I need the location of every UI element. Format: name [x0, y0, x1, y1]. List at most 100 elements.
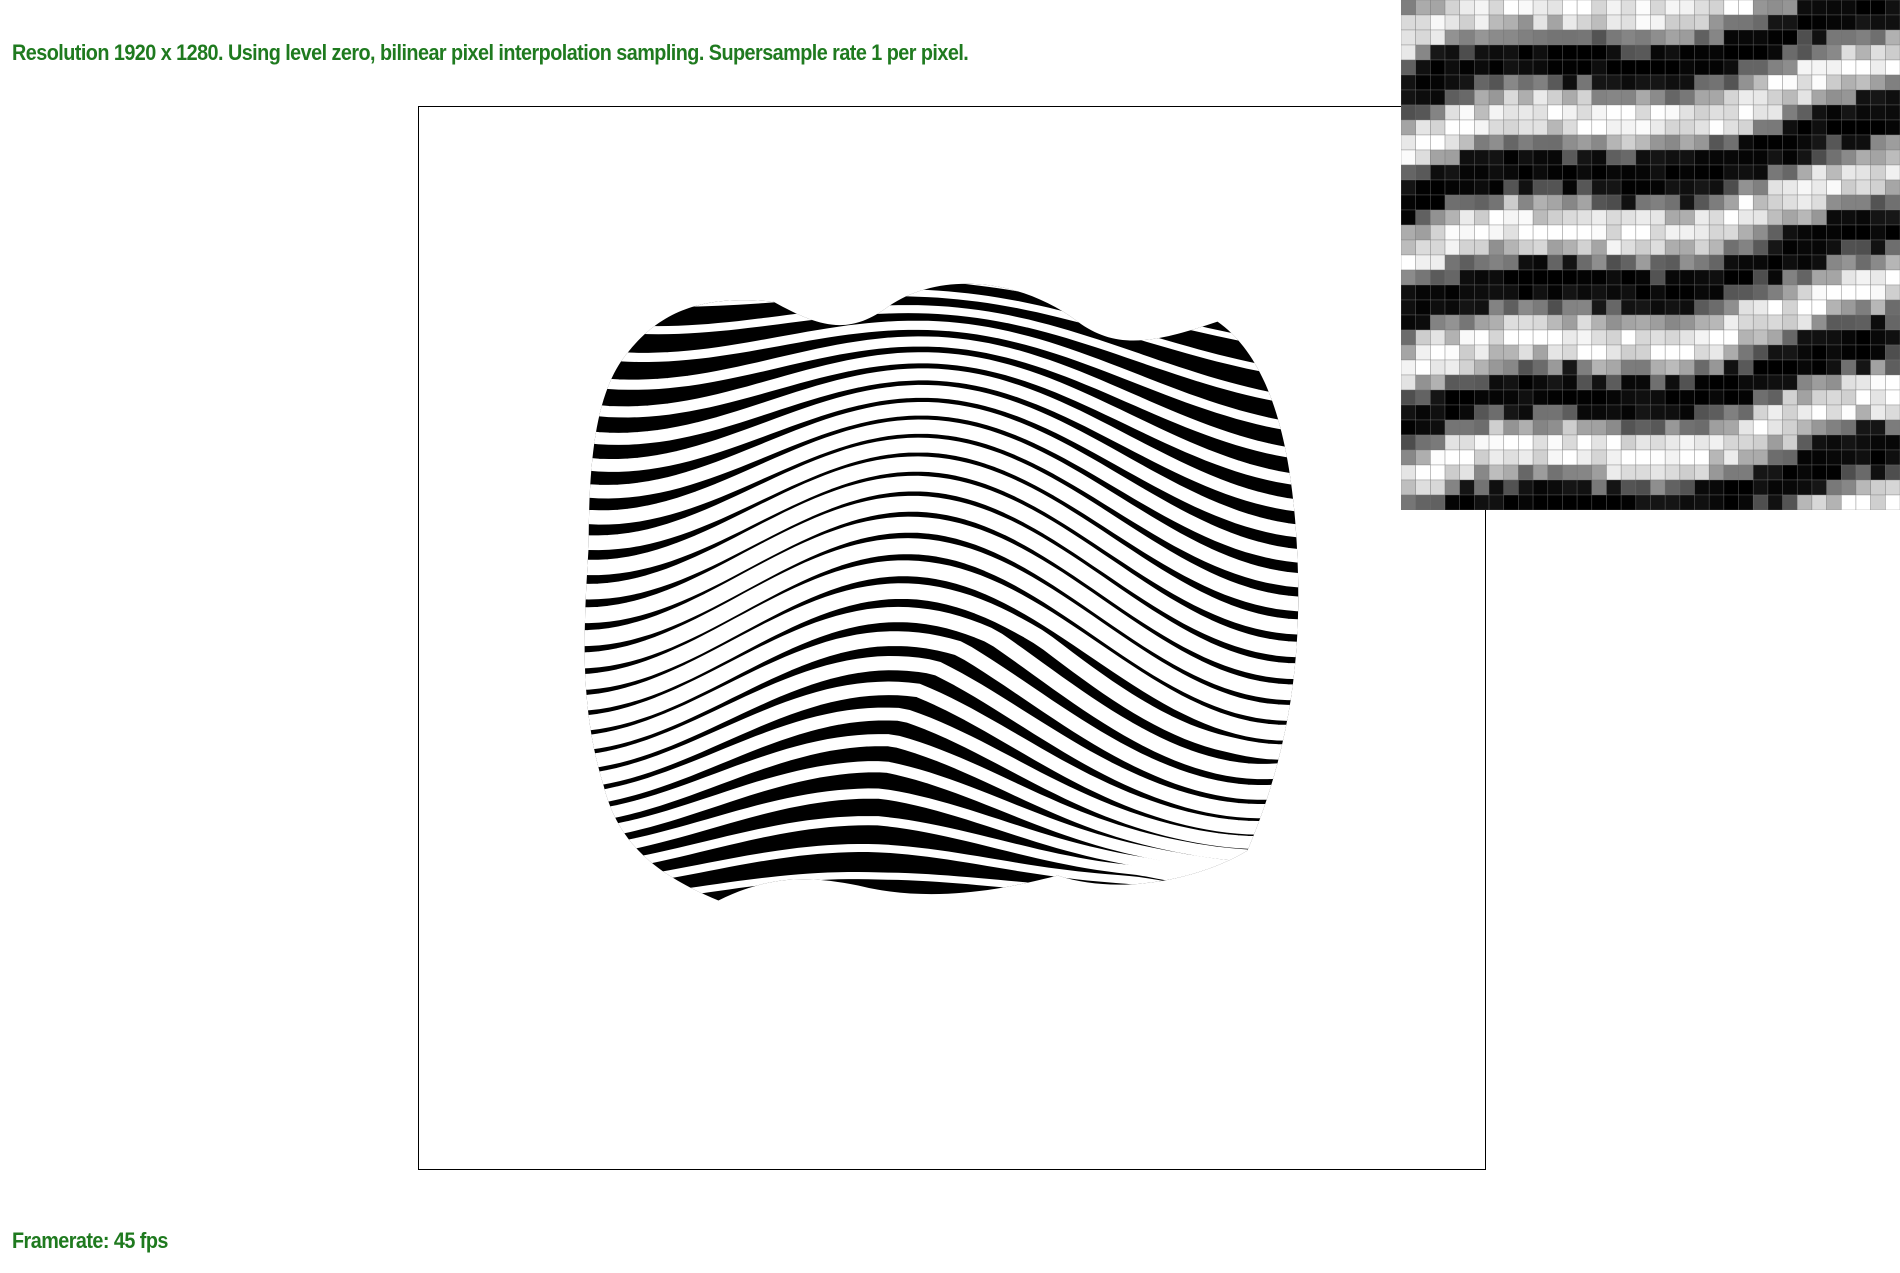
- zoom-pixel-cell: [1444, 494, 1461, 510]
- zoom-pixel-cell: [1415, 269, 1431, 286]
- pixel-zoom-inspector[interactable]: [1401, 0, 1900, 510]
- zoom-pixel-cell: [1459, 404, 1475, 421]
- zoom-pixel-cell: [1811, 419, 1827, 436]
- zoom-pixel-cell: [1591, 479, 1607, 496]
- zoom-pixel-cell: [1767, 89, 1783, 106]
- zoom-pixel-cell: [1635, 239, 1651, 256]
- zoom-pixel-cell: [1518, 389, 1534, 406]
- render-viewport[interactable]: [418, 106, 1486, 1170]
- zoom-pixel-cell: [1738, 494, 1754, 510]
- zoom-pixel-cell: [1430, 329, 1446, 346]
- zoom-pixel-cell: [1650, 239, 1666, 256]
- zoom-pixel-cell: [1694, 104, 1710, 121]
- zoom-pixel-cell: [1650, 374, 1666, 391]
- zoom-pixel-cell: [1518, 104, 1534, 121]
- zoom-pixel-cell: [1503, 269, 1519, 286]
- zoom-pixel-cell: [1796, 104, 1813, 121]
- zoom-pixel-cell: [1606, 299, 1622, 316]
- zoom-pixel-cell: [1811, 344, 1827, 361]
- zoom-pixel-cell: [1796, 44, 1813, 61]
- zoom-pixel-cell: [1518, 449, 1534, 466]
- zoom-pixel-cell: [1782, 149, 1798, 166]
- zoom-pixel-cell: [1503, 464, 1519, 481]
- zoom-pixel-cell: [1885, 389, 1900, 406]
- zoom-pixel-cell: [1840, 329, 1857, 346]
- zoom-pixel-cell: [1635, 284, 1651, 301]
- zoom-pixel-cell: [1518, 89, 1534, 106]
- zoom-pixel-cell: [1870, 464, 1886, 481]
- zoom-pixel-cell: [1650, 464, 1666, 481]
- zoom-pixel-cell: [1664, 14, 1681, 31]
- zoom-pixel-cell: [1620, 374, 1637, 391]
- zoom-pixel-cell: [1591, 179, 1607, 196]
- zoom-pixel-cell: [1635, 464, 1651, 481]
- zoom-pixel-cell: [1401, 209, 1416, 226]
- zoom-pixel-cell: [1591, 359, 1607, 376]
- zoom-pixel-cell: [1620, 239, 1637, 256]
- zoom-pixel-cell: [1870, 359, 1886, 376]
- zoom-pixel-cell: [1635, 0, 1651, 16]
- zoom-pixel-cell: [1826, 239, 1842, 256]
- zoom-pixel-cell: [1562, 134, 1578, 151]
- zoom-pixel-cell: [1708, 344, 1725, 361]
- zoom-pixel-cell: [1562, 479, 1578, 496]
- zoom-pixel-cell: [1840, 389, 1857, 406]
- zoom-pixel-cell: [1459, 374, 1475, 391]
- zoom-pixel-cell: [1459, 464, 1475, 481]
- zoom-pixel-cell: [1840, 134, 1857, 151]
- zoom-pixel-cell: [1679, 164, 1695, 181]
- zoom-pixel-cell: [1620, 134, 1637, 151]
- zoom-pixel-cell: [1474, 119, 1490, 136]
- zoom-pixel-cell: [1415, 119, 1431, 136]
- zoom-pixel-cell: [1767, 344, 1783, 361]
- zoom-pixel-cell: [1679, 299, 1695, 316]
- zoom-pixel-cell: [1459, 329, 1475, 346]
- zoom-pixel-cell: [1591, 239, 1607, 256]
- zoom-pixel-cell: [1518, 434, 1534, 451]
- zoom-pixel-cell: [1840, 479, 1857, 496]
- zoom-pixel-cell: [1708, 254, 1725, 271]
- zoom-pixel-cell: [1532, 254, 1549, 271]
- zoom-pixel-cell: [1606, 134, 1622, 151]
- zoom-pixel-cell: [1840, 104, 1857, 121]
- zoom-pixel-cell: [1430, 269, 1446, 286]
- zoom-pixel-cell: [1752, 419, 1769, 436]
- zoom-pixel-cell: [1796, 449, 1813, 466]
- zoom-pixel-cell: [1826, 149, 1842, 166]
- zoom-pixel-cell: [1444, 479, 1461, 496]
- zoom-pixel-cell: [1430, 239, 1446, 256]
- zoom-pixel-cell: [1606, 44, 1622, 61]
- zoom-pixel-cell: [1474, 74, 1490, 91]
- zoom-pixel-cell: [1532, 164, 1549, 181]
- zoom-pixel-cell: [1562, 149, 1578, 166]
- zoom-pixel-cell: [1547, 374, 1563, 391]
- zoom-pixel-cell: [1488, 149, 1505, 166]
- zoom-pixel-cell: [1708, 179, 1725, 196]
- zoom-pixel-cell: [1694, 329, 1710, 346]
- zoom-pixel-cell: [1620, 194, 1637, 211]
- zoom-pixel-cell: [1650, 119, 1666, 136]
- zoom-pixel-cell: [1576, 359, 1593, 376]
- zoom-pixel-cell: [1708, 194, 1725, 211]
- zoom-pixel-cell: [1474, 59, 1490, 76]
- zoom-pixel-cell: [1782, 419, 1798, 436]
- zoom-pixel-cell: [1811, 89, 1827, 106]
- zoom-pixel-cell: [1576, 194, 1593, 211]
- zoom-pixel-cell: [1620, 164, 1637, 181]
- zoom-pixel-cell: [1855, 494, 1871, 510]
- zoom-pixel-cell: [1576, 209, 1593, 226]
- zoom-pixel-cell: [1664, 224, 1681, 241]
- zoom-pixel-cell: [1430, 494, 1446, 510]
- zoom-pixel-cell: [1811, 44, 1827, 61]
- zoom-pixel-cell: [1708, 314, 1725, 331]
- zoom-pixel-cell: [1752, 479, 1769, 496]
- zoom-pixel-cell: [1518, 299, 1534, 316]
- zoom-pixel-cell: [1532, 194, 1549, 211]
- zoom-pixel-cell: [1738, 329, 1754, 346]
- zoom-pixel-cell: [1811, 239, 1827, 256]
- zoom-pixel-cell: [1870, 344, 1886, 361]
- zoom-pixel-cell: [1708, 269, 1725, 286]
- zoom-pixel-cell: [1767, 44, 1783, 61]
- zoom-pixel-cell: [1738, 419, 1754, 436]
- zoom-pixel-cell: [1767, 74, 1783, 91]
